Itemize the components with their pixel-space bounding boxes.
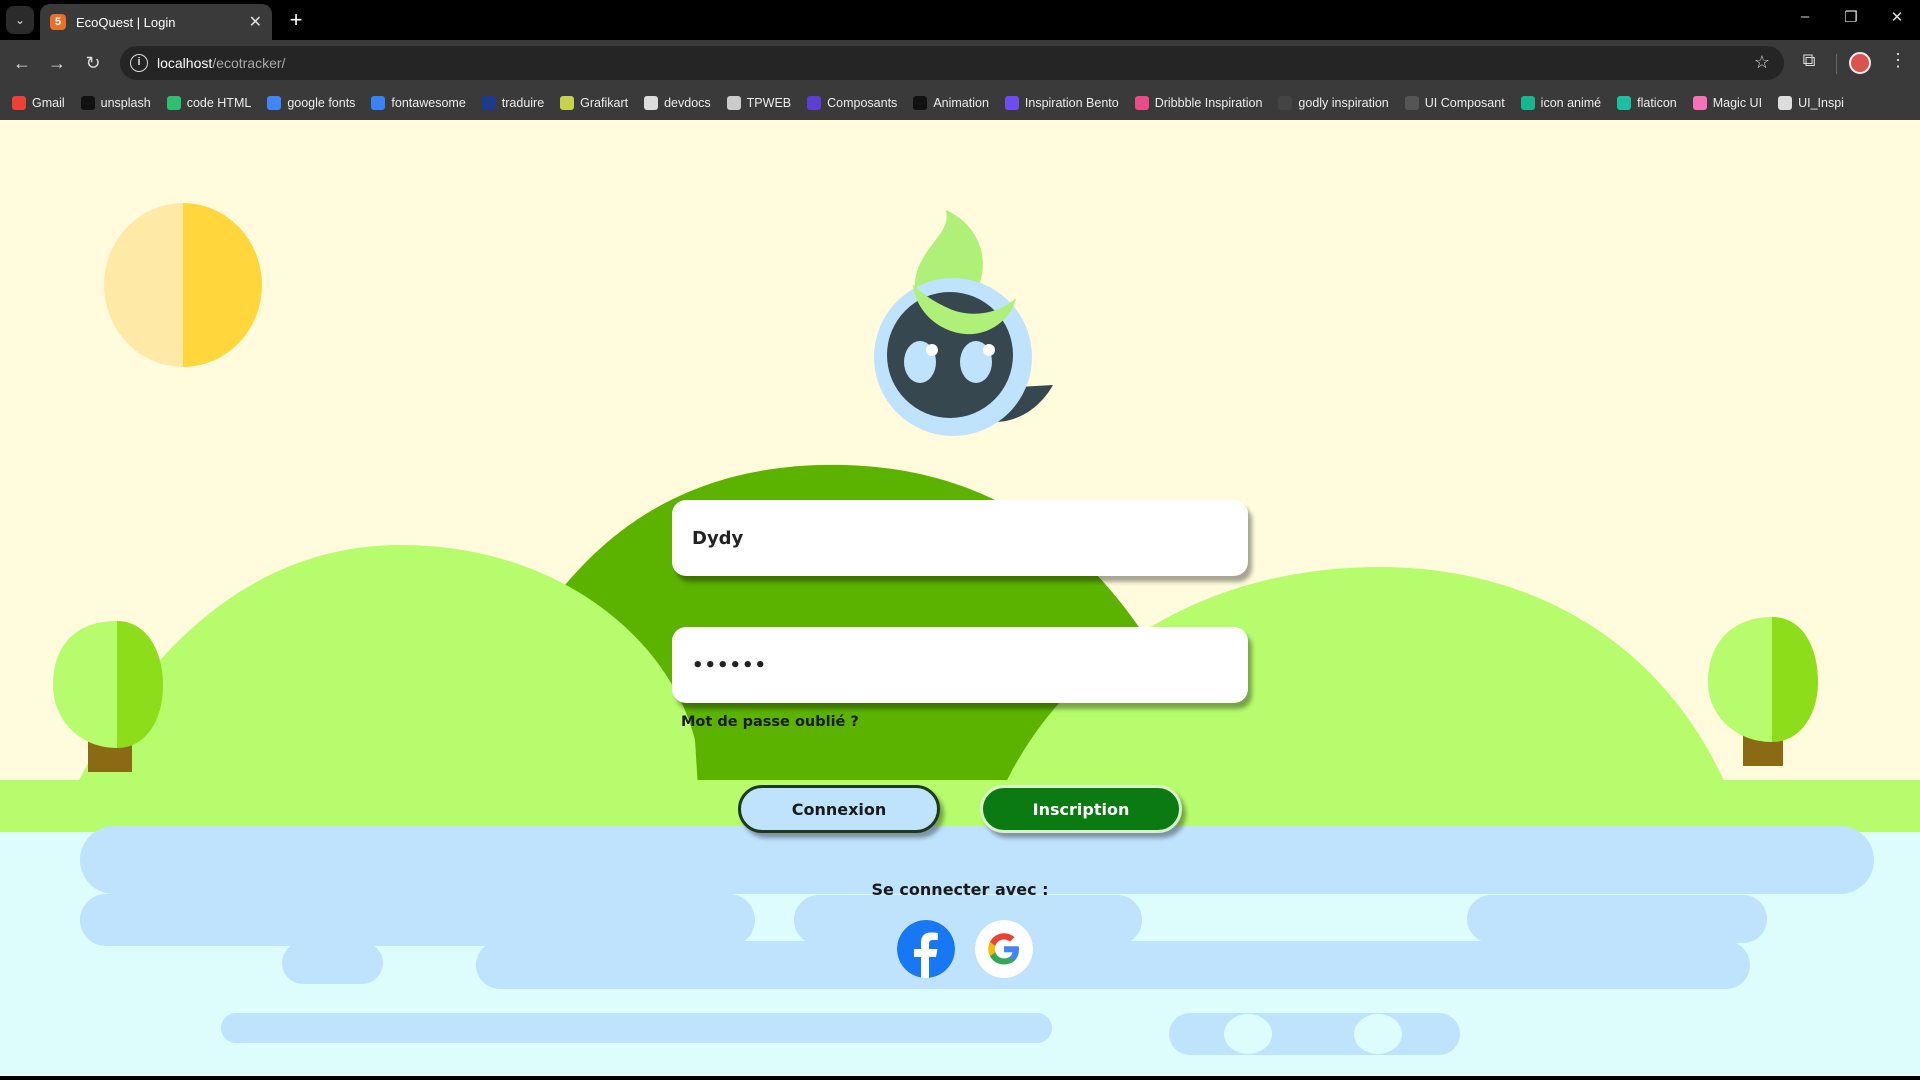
browser-tab[interactable]: 5 EcoQuest | Login ✕ xyxy=(40,4,272,40)
close-window-icon[interactable]: ✕ xyxy=(1887,8,1907,26)
url-host: localhost xyxy=(157,55,213,71)
bookmark-label: UI_Inspi xyxy=(1798,96,1844,110)
grafikart-icon xyxy=(560,96,575,110)
menu-icon[interactable]: ⋮ xyxy=(1885,50,1911,71)
devdocs-icon xyxy=(644,96,659,110)
bookmark-label: google fonts xyxy=(287,96,356,110)
url-path: /ecotracker/ xyxy=(212,55,286,71)
forward-icon[interactable]: → xyxy=(43,49,71,77)
animation-icon xyxy=(913,96,928,110)
bookmark-item[interactable]: TPWEB xyxy=(726,96,792,110)
ui-inspi-icon xyxy=(1778,96,1793,110)
social-login-label: Se connecter avec : xyxy=(871,880,1049,899)
bookmark-item[interactable]: Composants xyxy=(807,96,897,110)
bookmark-label: Gmail xyxy=(32,96,65,110)
bookmark-label: Inspiration Bento xyxy=(1024,96,1119,110)
bookmark-item[interactable]: Gmail xyxy=(12,96,65,110)
icon-anime-icon xyxy=(1520,96,1535,110)
bookmark-item[interactable]: google fonts xyxy=(267,96,355,110)
flaticon-icon xyxy=(1617,96,1632,110)
tab-favicon-icon: 5 xyxy=(50,14,66,30)
tpweb-icon xyxy=(726,96,741,110)
landscape-illustration xyxy=(0,203,1920,1076)
tab-title: EcoQuest | Login xyxy=(76,14,176,30)
bookmark-star-icon[interactable]: ☆ xyxy=(1754,52,1770,73)
bookmark-label: traduire xyxy=(501,96,545,110)
bookmark-label: Dribbble Inspiration xyxy=(1154,96,1263,110)
bookmarks-bar: Gmail unsplash code HTML google fonts fontaw… xyxy=(0,86,1920,120)
password-input[interactable]: •••••• xyxy=(672,627,1248,703)
right-tree xyxy=(1708,617,1818,766)
toolbar-divider xyxy=(1836,54,1837,74)
bookmark-item[interactable]: fontawesome xyxy=(371,96,466,110)
bookmark-item[interactable]: Inspiration Bento xyxy=(1004,96,1119,110)
minimize-icon[interactable]: – xyxy=(1795,8,1815,25)
bookmark-item[interactable]: Magic UI xyxy=(1692,96,1763,110)
browser-toolbar: ← → ↻ i localhost/ecotracker/ ☆ ⧉ ⋮ xyxy=(0,40,1920,86)
google-fonts-icon xyxy=(267,96,282,110)
bookmark-item[interactable]: icon animé xyxy=(1520,96,1602,110)
bookmark-item[interactable]: code HTML xyxy=(166,96,252,110)
forgot-password-link[interactable]: Mot de passe oublié ? xyxy=(681,714,859,730)
bookmark-label: UI Composant xyxy=(1424,96,1505,110)
bento-icon xyxy=(1004,96,1019,110)
bookmark-item[interactable]: flaticon xyxy=(1617,96,1677,110)
bookmark-item[interactable]: traduire xyxy=(481,96,545,110)
bookmark-label: icon animé xyxy=(1540,96,1602,110)
site-info-icon[interactable]: i xyxy=(130,54,148,72)
bookmark-label: godly inspiration xyxy=(1298,96,1389,110)
bookmark-item[interactable]: UI Composant xyxy=(1404,96,1505,110)
unsplash-icon xyxy=(80,96,95,110)
traduire-icon xyxy=(481,96,496,110)
bookmark-label: Magic UI xyxy=(1712,96,1763,110)
bookmark-item[interactable]: godly inspiration xyxy=(1278,96,1389,110)
facebook-icon[interactable] xyxy=(897,920,955,978)
sun-illustration xyxy=(104,203,262,367)
composants-icon xyxy=(807,96,822,110)
signup-button[interactable]: Inscription xyxy=(980,785,1182,833)
url-text[interactable]: localhost/ecotracker/ xyxy=(157,55,285,71)
bookmark-label: Animation xyxy=(933,96,989,110)
bookmark-label: Composants xyxy=(827,96,898,110)
bookmark-item[interactable]: Animation xyxy=(913,96,989,110)
login-button[interactable]: Connexion xyxy=(738,785,940,833)
login-page: Dydy •••••• Mot de passe oublié ? Connex… xyxy=(0,120,1920,1076)
bookmark-label: unsplash xyxy=(100,96,151,110)
bookmark-item[interactable]: Dribbble Inspiration xyxy=(1134,96,1263,110)
restore-icon[interactable]: ❐ xyxy=(1841,8,1861,26)
bookmark-label: fontawesome xyxy=(391,96,466,110)
profile-avatar[interactable] xyxy=(1849,52,1871,74)
bookmark-label: Grafikart xyxy=(580,96,629,110)
fontawesome-icon xyxy=(371,96,386,110)
magic-ui-icon xyxy=(1692,96,1707,110)
code-html-icon xyxy=(166,96,181,110)
bookmark-label: flaticon xyxy=(1637,96,1677,110)
bookmark-label: code HTML xyxy=(186,96,252,110)
gmail-icon xyxy=(12,96,26,110)
bookmark-label: TPWEB xyxy=(746,96,792,110)
bookmark-item[interactable]: devdocs xyxy=(644,96,711,110)
google-icon[interactable] xyxy=(975,920,1033,978)
extensions-icon[interactable]: ⧉ xyxy=(1796,50,1822,71)
reload-icon[interactable]: ↻ xyxy=(79,49,107,77)
address-bar[interactable]: i localhost/ecotracker/ ☆ xyxy=(120,46,1784,80)
bookmark-item[interactable]: Grafikart xyxy=(560,96,628,110)
godly-icon xyxy=(1278,96,1293,110)
ui-composant-icon xyxy=(1404,96,1419,110)
dribbble-icon xyxy=(1134,96,1149,110)
new-tab-icon[interactable]: + xyxy=(282,6,310,34)
tab-search-icon[interactable]: ⌄ xyxy=(6,6,34,34)
back-icon[interactable]: ← xyxy=(8,49,36,77)
bookmark-item[interactable]: UI_Inspi xyxy=(1778,96,1844,110)
bookmark-label: devdocs xyxy=(664,96,711,110)
ecoquest-mascot-logo xyxy=(874,210,1053,436)
tab-bar: ⌄ 5 EcoQuest | Login ✕ + – ❐ ✕ xyxy=(0,0,1920,40)
tab-close-icon[interactable]: ✕ xyxy=(249,12,262,32)
username-input[interactable]: Dydy xyxy=(672,500,1248,576)
bookmark-item[interactable]: unsplash xyxy=(80,96,151,110)
